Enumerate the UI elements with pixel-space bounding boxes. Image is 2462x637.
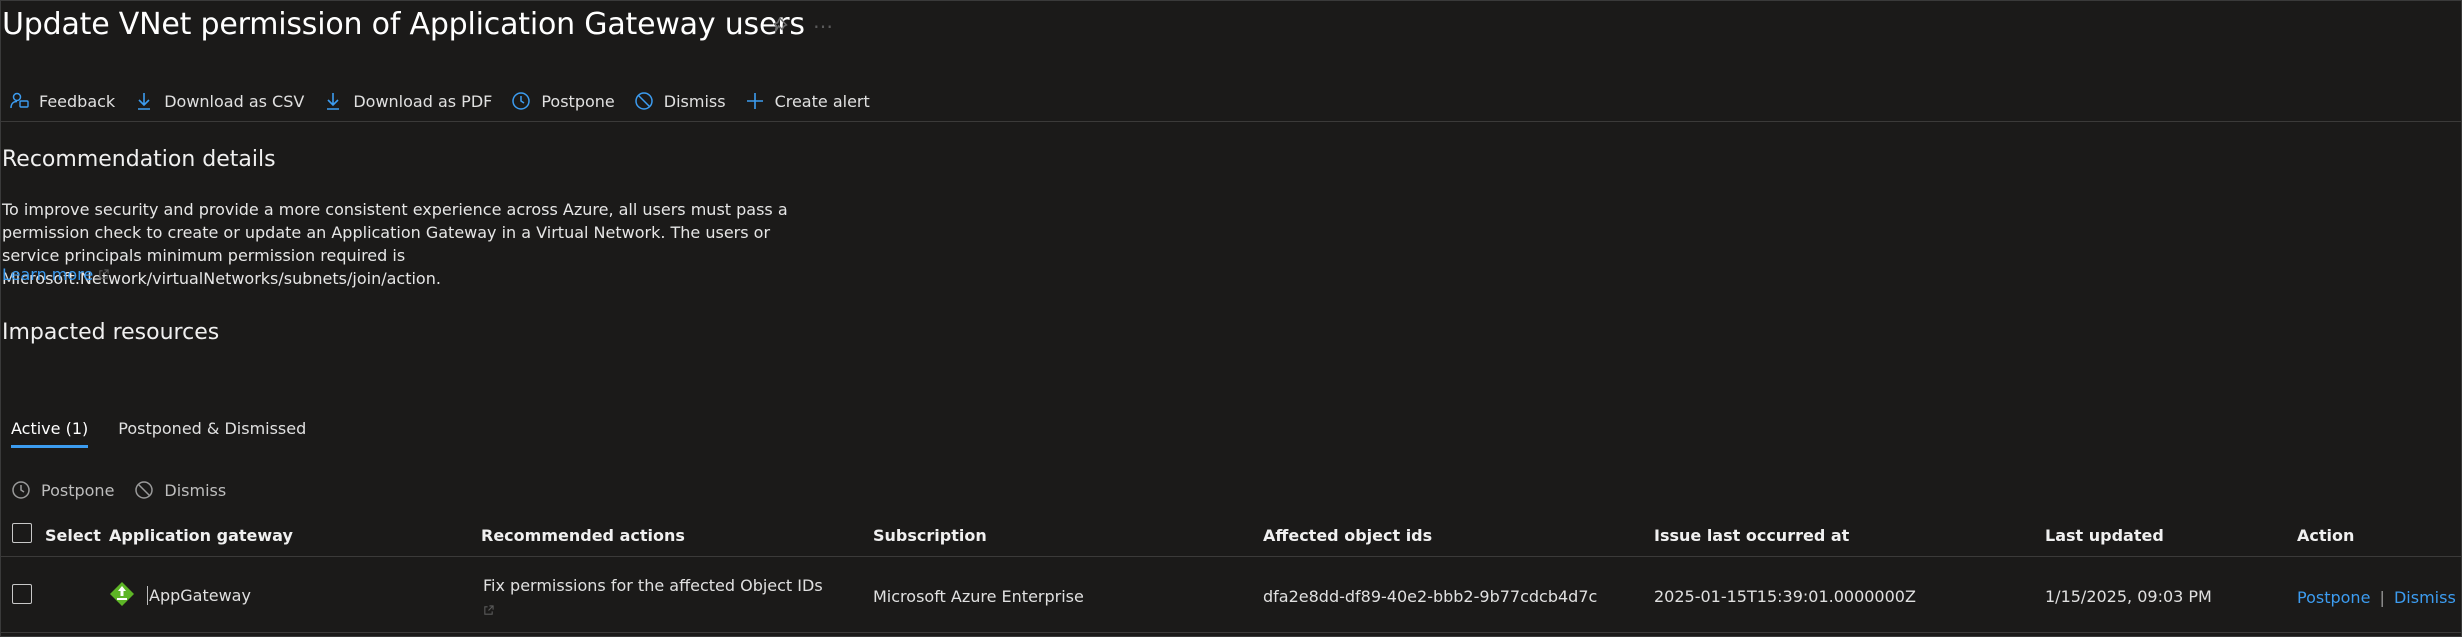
tab-active[interactable]: Active (1) (11, 419, 89, 448)
row-subscription: Microsoft Azure Enterprise (873, 587, 1084, 606)
clock-icon (512, 92, 531, 110)
download-icon (138, 93, 151, 110)
column-header-gateway[interactable]: Application gateway (109, 526, 293, 545)
download-pdf-button[interactable]: Download as PDF (323, 91, 492, 111)
column-header-select: Select (45, 526, 101, 545)
column-header-subscription[interactable]: Subscription (873, 526, 987, 545)
feedback-icon (10, 92, 29, 109)
impacted-postpone-button[interactable]: Postpone (11, 480, 114, 500)
impacted-dismiss-button[interactable]: Dismiss (134, 480, 226, 500)
more-options-icon[interactable]: … (813, 9, 835, 33)
row-postpone-link[interactable]: Postpone (2297, 588, 2370, 607)
download-icon (327, 93, 340, 110)
row-last-occurred: 2025-01-15T15:39:01.0000000Z (1654, 587, 1916, 606)
page-title: Update VNet permission of Application Ga… (2, 7, 805, 42)
clock-icon (12, 481, 30, 499)
column-header-recommended[interactable]: Recommended actions (481, 526, 685, 545)
row-recommended-action-link[interactable]: Fix permissions for the affected Object … (483, 576, 823, 595)
download-pdf-label: Download as PDF (353, 91, 493, 111)
column-header-last-occurred[interactable]: Issue last occurred at (1654, 526, 1849, 545)
dismiss-icon (135, 481, 154, 499)
learn-more-link[interactable]: Learn more (2, 265, 109, 284)
feedback-button[interactable]: Feedback (9, 91, 115, 111)
tab-postponed-dismissed[interactable]: Postponed & Dismissed (118, 419, 306, 448)
learn-more-label: Learn more (2, 265, 94, 284)
row-checkbox[interactable] (12, 584, 32, 604)
row-gateway-name[interactable]: AppGateway (147, 586, 251, 605)
feedback-label: Feedback (39, 91, 116, 111)
column-header-last-updated[interactable]: Last updated (2045, 526, 2164, 545)
column-header-object-ids[interactable]: Affected object ids (1263, 526, 1432, 545)
external-link-icon (99, 269, 109, 279)
impacted-resources-heading: Impacted resources (2, 320, 220, 345)
toolbar-divider (1, 121, 2462, 122)
download-csv-button[interactable]: Download as CSV (134, 91, 304, 111)
postpone-button[interactable]: Postpone (511, 91, 615, 111)
row-object-ids: dfa2e8dd-df89-40e2-bbb2-9b77cdcb4d7c (1263, 587, 1598, 606)
resource-tabs: Active (1) Postponed & Dismissed (11, 419, 306, 448)
table-row-divider (1, 632, 2462, 633)
dismiss-icon (635, 92, 653, 110)
recommendation-description: To improve security and provide a more c… (2, 200, 788, 288)
row-action-cell: Postpone | Dismiss (2297, 588, 2456, 607)
app-gateway-icon (110, 582, 134, 606)
create-alert-button[interactable]: Create alert (745, 91, 870, 111)
select-all-checkbox[interactable] (12, 523, 32, 543)
table-header-divider (1, 556, 2462, 557)
column-header-action: Action (2297, 526, 2355, 545)
create-alert-label: Create alert (774, 91, 870, 111)
row-dismiss-link[interactable]: Dismiss (2394, 588, 2456, 607)
external-link-icon (484, 605, 494, 615)
plus-icon (746, 93, 763, 109)
impacted-dismiss-label: Dismiss (164, 480, 227, 500)
dismiss-button[interactable]: Dismiss (634, 91, 726, 111)
dismiss-label: Dismiss (663, 91, 726, 111)
action-separator: | (2379, 588, 2385, 607)
pin-icon[interactable] (771, 15, 793, 37)
postpone-label: Postpone (541, 91, 615, 111)
impacted-postpone-label: Postpone (41, 480, 115, 500)
impacted-actions-bar: Postpone Dismiss (11, 480, 246, 500)
recommendation-details-heading: Recommendation details (2, 147, 276, 172)
command-bar: Feedback Download as CSV Download as PDF… (9, 86, 889, 116)
row-last-updated: 1/15/2025, 09:03 PM (2045, 587, 2212, 606)
download-csv-label: Download as CSV (164, 91, 305, 111)
